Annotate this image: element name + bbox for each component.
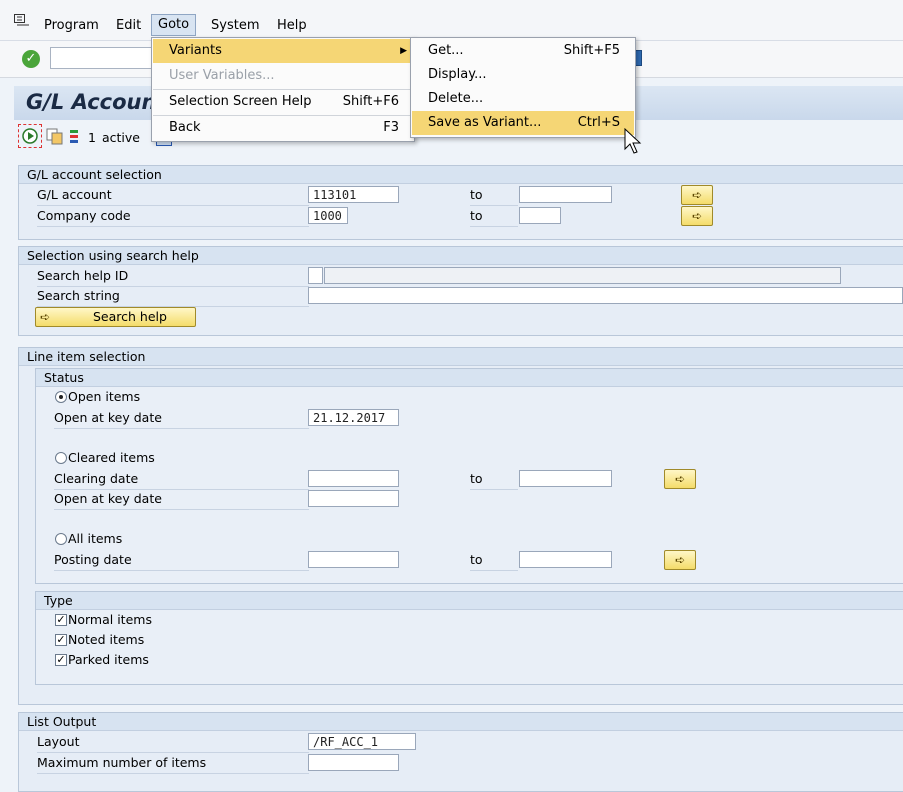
menu-item-label: Save as Variant...	[428, 115, 542, 130]
group-header: Status	[36, 369, 903, 387]
menu-item-selection-screen-help[interactable]: Selection Screen Help Shift+F6	[153, 90, 413, 114]
open-key-date-input[interactable]: 21.12.2017	[308, 409, 399, 426]
search-string-input[interactable]	[308, 287, 903, 304]
normal-items-label: Normal items	[68, 612, 152, 627]
menu-item-get[interactable]: Get... Shift+F5	[412, 39, 634, 63]
max-items-input[interactable]	[308, 754, 399, 771]
copy-icon[interactable]	[46, 128, 64, 146]
clearing-date-input[interactable]	[308, 470, 399, 487]
cleared-open-key-date-label: Open at key date	[54, 490, 309, 510]
cleared-items-label: Cleared items	[68, 450, 155, 465]
menu-item-label: Back	[169, 120, 201, 135]
menu-item-label: Get...	[428, 43, 464, 58]
variants-submenu: Get... Shift+F5 Display... Delete... Sav…	[410, 37, 636, 138]
company-code-input[interactable]: 1000	[308, 207, 348, 224]
gl-account-input[interactable]: 113101	[308, 186, 399, 203]
parked-items-checkbox[interactable]: ✓	[55, 654, 67, 666]
search-string-label: Search string	[37, 287, 309, 307]
group-header: G/L account selection	[19, 166, 903, 184]
company-code-to-input[interactable]	[519, 207, 561, 224]
multiple-selection-button[interactable]: ➪	[681, 206, 713, 226]
all-items-radio[interactable]	[55, 533, 67, 545]
noted-items-label: Noted items	[68, 632, 145, 647]
multiple-selection-button[interactable]: ➪	[664, 550, 696, 570]
check-icon[interactable]: ✓	[22, 50, 40, 68]
menu-item-shortcut: Ctrl+S	[577, 115, 620, 130]
menu-item-label: User Variables...	[169, 68, 275, 83]
menu-goto[interactable]: Goto	[151, 14, 197, 36]
submenu-arrow-icon: ▶	[400, 46, 407, 56]
to-label: to	[470, 186, 518, 206]
company-code-label: Company code	[37, 207, 309, 227]
menu-item-user-variables: User Variables...	[153, 64, 413, 88]
group-header: List Output	[19, 713, 903, 731]
type-group: Type	[35, 591, 903, 685]
search-help-id-label: Search help ID	[37, 267, 309, 287]
arrow-icon: ➪	[40, 310, 51, 324]
group-header: Line item selection	[19, 348, 903, 366]
menu-item-delete[interactable]: Delete...	[412, 87, 634, 111]
cleared-items-radio[interactable]	[55, 452, 67, 464]
group-header: Type	[36, 592, 903, 610]
multiple-selection-button[interactable]: ➪	[664, 469, 696, 489]
multiple-selection-icon[interactable]	[68, 128, 82, 146]
active-label: active	[102, 130, 140, 145]
command-field[interactable]	[50, 47, 162, 69]
gl-account-label: G/L account	[37, 186, 309, 206]
open-key-date-label: Open at key date	[54, 409, 309, 429]
max-items-label: Maximum number of items	[37, 754, 309, 774]
menu-item-back[interactable]: Back F3	[153, 116, 413, 140]
menu-item-variants[interactable]: Variants ▶	[153, 39, 413, 63]
menu-item-shortcut: Shift+F6	[342, 94, 399, 109]
menu-item-display[interactable]: Display...	[412, 63, 634, 87]
mouse-pointer-icon	[624, 127, 644, 156]
posting-date-to-input[interactable]	[519, 551, 612, 568]
menu-item-label: Delete...	[428, 91, 484, 106]
cleared-open-key-date-input[interactable]	[308, 490, 399, 507]
to-label: to	[470, 470, 518, 490]
menu-icon[interactable]	[14, 14, 30, 28]
posting-date-label: Posting date	[54, 551, 309, 571]
to-label: to	[470, 207, 518, 227]
menu-program[interactable]: Program	[38, 16, 105, 36]
to-label: to	[470, 551, 518, 571]
layout-input[interactable]: /RF_ACC_1	[308, 733, 416, 750]
page-title: G/L Account	[26, 90, 167, 114]
menu-item-save-as-variant[interactable]: Save as Variant... Ctrl+S	[412, 111, 634, 135]
search-help-id-input[interactable]	[308, 267, 323, 284]
posting-date-input[interactable]	[308, 551, 399, 568]
group-header: Selection using search help	[19, 247, 903, 265]
parked-items-label: Parked items	[68, 652, 149, 667]
search-help-button-label: Search help	[93, 309, 167, 324]
clearing-date-to-input[interactable]	[519, 470, 612, 487]
open-items-label: Open items	[68, 389, 141, 404]
menu-item-label: Display...	[428, 67, 487, 82]
search-help-button[interactable]: ➪ Search help	[35, 307, 196, 327]
search-help-description	[324, 267, 841, 284]
multiple-selection-button[interactable]: ➪	[681, 185, 713, 205]
execute-icon[interactable]	[18, 124, 42, 148]
goto-menu: Variants ▶ User Variables... Selection S…	[151, 37, 415, 142]
menu-item-shortcut: Shift+F5	[563, 43, 620, 58]
normal-items-checkbox[interactable]: ✓	[55, 614, 67, 626]
menu-help[interactable]: Help	[271, 16, 313, 36]
active-count: 1	[88, 130, 96, 145]
gl-account-to-input[interactable]	[519, 186, 612, 203]
clearing-date-label: Clearing date	[54, 470, 309, 490]
menu-edit[interactable]: Edit	[110, 16, 147, 36]
menu-system[interactable]: System	[205, 16, 265, 36]
noted-items-checkbox[interactable]: ✓	[55, 634, 67, 646]
menu-item-label: Selection Screen Help	[169, 94, 312, 109]
layout-label: Layout	[37, 733, 309, 753]
open-items-radio[interactable]	[55, 391, 67, 403]
all-items-label: All items	[68, 531, 123, 546]
menu-item-shortcut: F3	[383, 120, 399, 135]
menu-item-label: Variants	[169, 43, 222, 58]
